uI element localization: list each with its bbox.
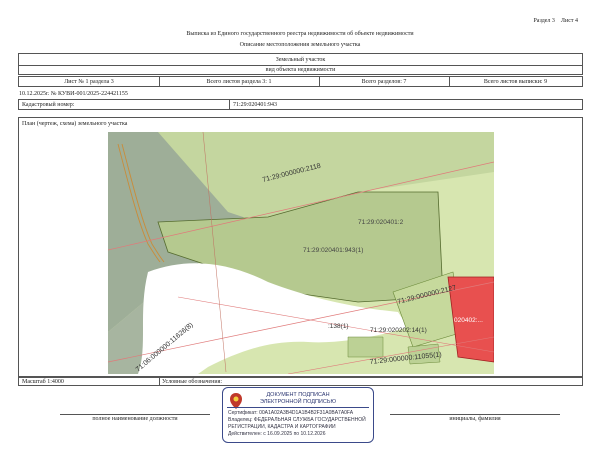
object-type-block: Земельный участок вид объекта недвижимос…: [18, 53, 583, 75]
plan-title: План (чертеж, схема) земельного участка: [22, 121, 128, 127]
stamp-title: ДОКУМЕНТ ПОДПИСАН: [266, 392, 330, 398]
stamp-subtitle: ЭЛЕКТРОННОЙ ПОДПИСЬЮ: [259, 399, 337, 405]
divider: [229, 100, 230, 109]
sheet-label: Лист 4: [560, 18, 578, 24]
sheets-total: Всего листов выписки: 9: [483, 79, 548, 85]
position-caption: полное наименование должности: [92, 416, 178, 422]
object-type: Земельный участок: [275, 57, 326, 63]
cadastral-label: Кадастровый номер:: [22, 102, 75, 108]
map-label: 71:29:020202:14(1): [370, 327, 427, 334]
map-label: 71:29:020401:2: [358, 219, 404, 226]
sheet-info-row: Лист № 1 раздела 3 Всего листов раздела …: [18, 76, 583, 87]
map-label: 020402:...: [454, 317, 483, 324]
e-signature-stamp: ДОКУМЕНТ ПОДПИСАН ЭЛЕКТРОННОЙ ПОДПИСЬЮ С…: [222, 387, 374, 443]
map-label: 71:29:020401:943(1): [303, 247, 363, 254]
stamp-owner-cont: РЕГИСТРАЦИИ, КАДАСТРА И КАРТОГРАФИИ: [228, 424, 336, 430]
stamp-certificate: Сертификат: 00A1A02A3B4D1A1B4B2F31A0BA7A…: [228, 410, 354, 416]
sheet-section: Лист № 1 раздела 3: [64, 79, 114, 85]
cadastral-row: Кадастровый номер: 71:29:020401:943: [18, 99, 583, 110]
map-label: :138(1): [328, 323, 349, 330]
sheets-in-section: Всего листов раздела 3: 1: [206, 79, 272, 85]
document-title: Выписка из Единого государственного реес…: [186, 31, 414, 37]
stamp-owner: Владелец: ФЕДЕРАЛЬНАЯ СЛУЖБА ГОСУДАРСТВЕ…: [228, 417, 366, 423]
sections-total: Всего разделов: 7: [361, 79, 407, 85]
scale-label: Масштаб 1:4000: [22, 379, 64, 385]
parcel-small: [347, 336, 384, 358]
cadastral-map: 71:29:000000:2118 71:29:020401:2 71:29:0…: [108, 132, 494, 374]
divider: [227, 407, 369, 408]
divider: [159, 378, 160, 385]
cadastral-number: 71:29:020401:943: [233, 102, 278, 108]
document-subtitle: Описание местоположения земельного участ…: [239, 42, 361, 48]
scale-legend-row: Масштаб 1:4000 Условные обозначения:: [18, 377, 583, 386]
section-label: Раздел 3: [533, 18, 555, 24]
legend-label: Условные обозначения:: [162, 379, 223, 385]
name-caption: инициалы, фамилия: [449, 416, 501, 422]
object-type-caption: вид объекта недвижимости: [265, 67, 336, 73]
section-sheet-label: Раздел 3 Лист 4: [533, 17, 578, 25]
statement-date-number: 10.12.2025г. № КУВИ-001/2025-224421155: [19, 91, 128, 97]
stamp-validity: Действителен: с 16.09.2025 по 10.12.2026: [228, 431, 326, 437]
